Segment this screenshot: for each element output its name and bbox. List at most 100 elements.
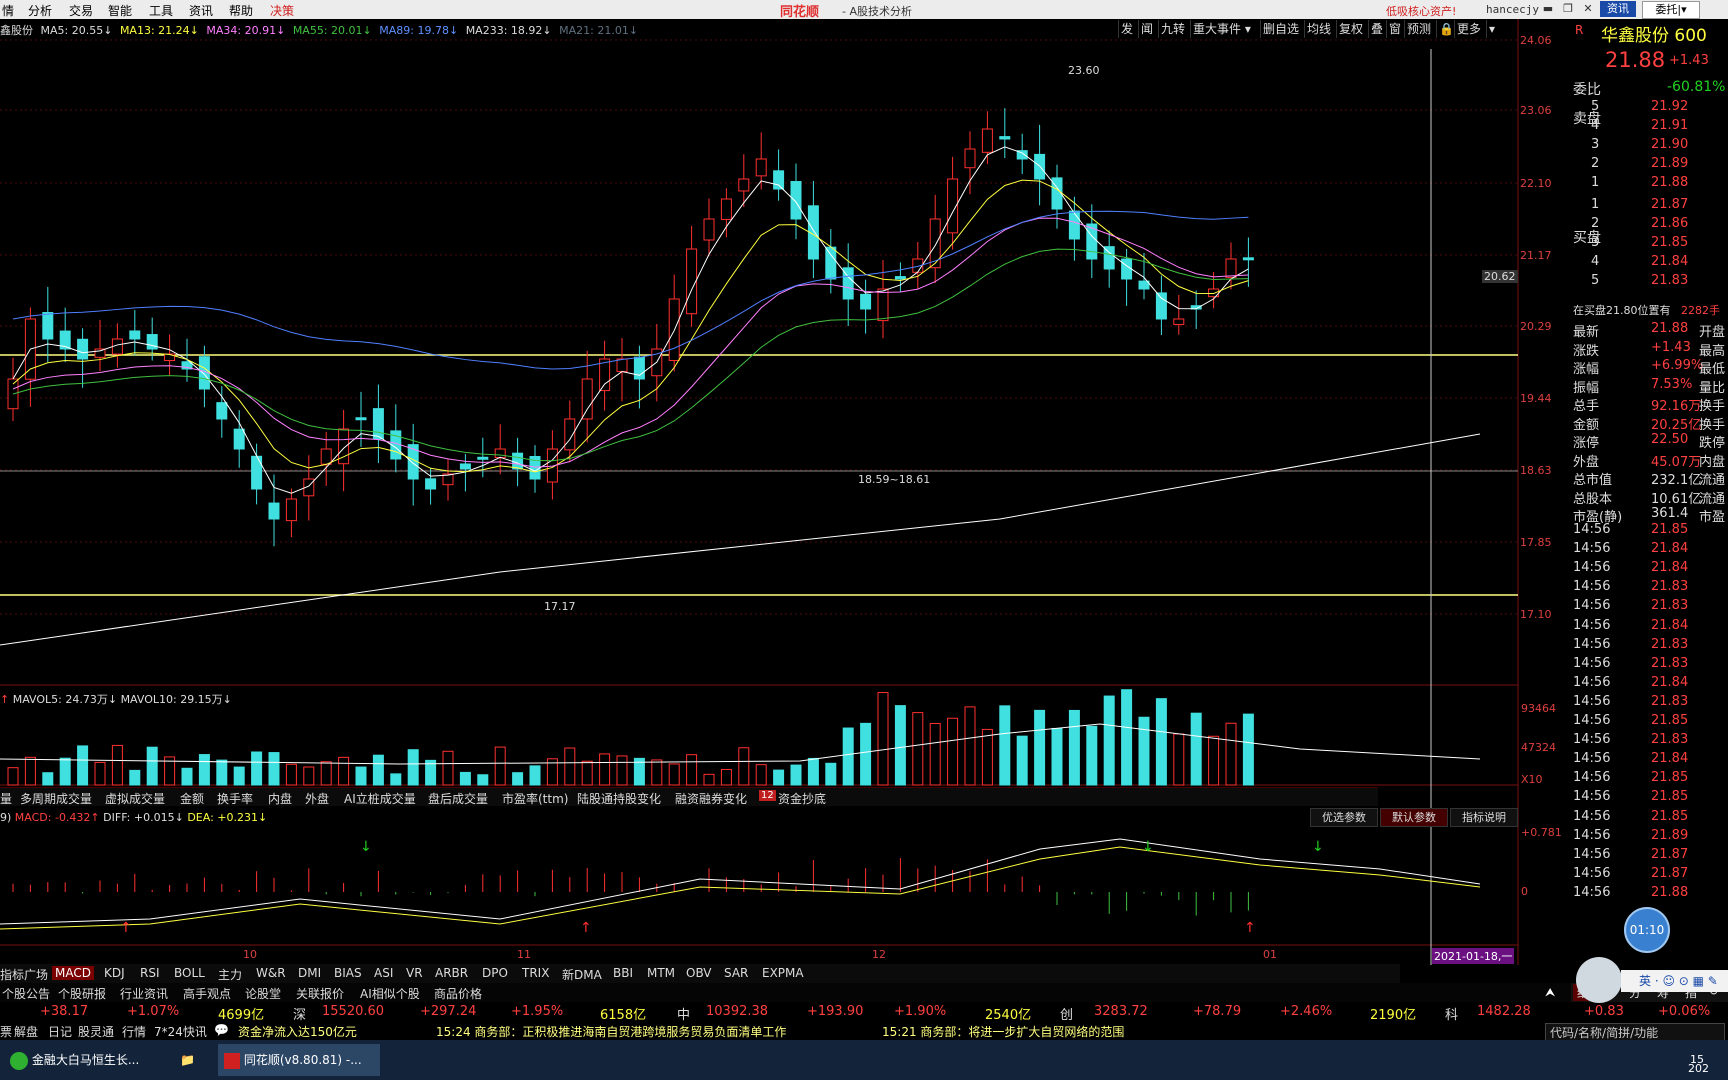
ticker-btn[interactable]: 日记 [48, 1023, 72, 1040]
news-item[interactable]: 15:21 商务部：将进一步扩大自贸网络的范围 [882, 1023, 1124, 1040]
info-tab[interactable]: 高手观点 [183, 985, 231, 1002]
ticker-btn[interactable]: 解盘 [14, 1023, 38, 1040]
menu-item-news[interactable]: 资讯 [189, 2, 213, 19]
lock-icon[interactable]: 🔒 [1436, 20, 1456, 38]
toolbar-btn-jiuzhuan[interactable]: 九转 [1158, 20, 1187, 38]
indicator-tab[interactable]: TRIX [522, 966, 549, 980]
indicator-tab[interactable]: W&R [256, 966, 286, 980]
indicator-tab[interactable]: SAR [724, 966, 748, 980]
menu-item-trade[interactable]: 交易 [69, 2, 93, 19]
ime-toolbar[interactable]: 英 · ☺ ⊙ ▦ ✎ [1621, 970, 1728, 992]
optimal-params-button[interactable]: 优选参数 [1310, 808, 1378, 827]
ticker-btn[interactable]: 行情 [122, 1023, 146, 1040]
vol-tab[interactable]: 资金抄底 [778, 790, 826, 807]
buy-price[interactable]: 21.85 [1651, 235, 1688, 250]
vol-tab[interactable]: 市盈率(ttm) [502, 790, 568, 807]
vol-tab[interactable]: 融资融券变化 [675, 790, 747, 807]
indicator-tab[interactable]: ARBR [435, 966, 468, 980]
sell-price[interactable]: 21.88 [1651, 175, 1688, 190]
taskbar-item-ths[interactable]: 同花顺(v8.80.81) -... [218, 1044, 380, 1076]
menu-item-help[interactable]: 帮助 [229, 2, 253, 19]
sell-price[interactable]: 21.91 [1651, 118, 1688, 133]
menu-item-decision[interactable]: 决策 [270, 2, 294, 19]
indicator-tab[interactable]: KDJ [104, 966, 125, 980]
volume-bar [146, 746, 158, 786]
expand-up-icon[interactable]: ⮝ [1545, 985, 1555, 1000]
menu-item-analysis[interactable]: 分析 [28, 2, 52, 19]
indicator-tab[interactable]: BIAS [334, 966, 362, 980]
vol-tab[interactable]: 换手率 [217, 790, 253, 807]
vol-tab[interactable]: 内盘 [268, 790, 292, 807]
restore-icon[interactable]: ❐ [1560, 2, 1576, 16]
vol-tab[interactable]: 虚拟成交量 [105, 790, 165, 807]
toolbar-btn-overlay[interactable]: 叠 [1368, 20, 1385, 38]
indicator-tab[interactable]: VR [406, 966, 423, 980]
close-icon[interactable]: ✕ [1580, 2, 1596, 16]
info-tab[interactable]: 个股研报 [58, 985, 106, 1002]
ticker-btn[interactable]: 票 [0, 1023, 12, 1040]
minimize-icon[interactable]: ▬ [1540, 2, 1556, 16]
indicator-tab[interactable]: ASI [374, 966, 393, 980]
indicator-tab-macd[interactable]: MACD [52, 966, 94, 980]
toolbar-btn-remove-watch[interactable]: 删自选 [1260, 20, 1301, 38]
promo-link[interactable]: 低吸核心资产! [1386, 3, 1456, 19]
ticker-btn[interactable]: 股灵通 [78, 1023, 114, 1040]
price-tick: 17.85 [1520, 536, 1552, 549]
toolbar-btn-fa[interactable]: 发 [1118, 20, 1135, 38]
info-tab[interactable]: 行业资讯 [120, 985, 168, 1002]
entrust-dropdown[interactable]: 委托|▾ [1642, 1, 1700, 19]
taskbar-item-browser[interactable]: 金融大白马恒生长... [10, 1044, 160, 1076]
ticker-btn[interactable]: 7*24快讯 [154, 1023, 207, 1040]
vol-tab[interactable]: 多周期成交量 [20, 790, 92, 807]
vol-tab[interactable]: 外盘 [305, 790, 329, 807]
toolbar-btn-forecast[interactable]: 预测 [1404, 20, 1433, 38]
default-params-button[interactable]: 默认参数 [1380, 808, 1448, 827]
indicator-tab[interactable]: RSI [140, 966, 160, 980]
sell-price[interactable]: 21.89 [1651, 156, 1688, 171]
folder-icon[interactable]: 📁 [180, 1044, 200, 1076]
username[interactable]: hancecjy [1486, 3, 1539, 16]
menu-item-smart[interactable]: 智能 [108, 2, 132, 19]
toolbar-btn-events[interactable]: 重大事件 ▾ [1190, 20, 1253, 38]
buy-price[interactable]: 21.87 [1651, 197, 1688, 212]
sell-price[interactable]: 21.90 [1651, 137, 1688, 152]
indicator-tab[interactable]: 指标广场 [0, 966, 48, 983]
news-item[interactable]: 15:24 商务部：正积极推进海南自贸港跨境服务贸易负面清单工作 [436, 1023, 786, 1040]
assistant-avatar-icon[interactable] [1576, 957, 1622, 1003]
toolbar-btn-adjust[interactable]: 复权 [1336, 20, 1365, 38]
news-item[interactable]: 资金净流入达150亿元 [238, 1023, 357, 1040]
toolbar-btn-window[interactable]: 窗 [1386, 20, 1403, 38]
indicator-tab[interactable]: OBV [686, 966, 712, 980]
indicator-tab[interactable]: DPO [482, 966, 508, 980]
vol-tab[interactable]: AI立桩成交量 [344, 790, 416, 807]
vol-tab[interactable]: 盘后成交量 [428, 790, 488, 807]
toolbar-dropdown-icon[interactable]: ▾ [1486, 20, 1497, 38]
info-tab[interactable]: 个股公告 [2, 985, 50, 1002]
vol-tab[interactable]: 量 [0, 790, 12, 807]
menu-item-qing[interactable]: 情 [2, 2, 14, 19]
sell-price[interactable]: 21.92 [1651, 99, 1688, 114]
indicator-help-button[interactable]: 指标说明 [1450, 808, 1518, 827]
toolbar-btn-ma[interactable]: 均线 [1304, 20, 1333, 38]
info-tab[interactable]: AI相似个股 [360, 985, 420, 1002]
vol-tab[interactable]: 陆股通持股变化 [577, 790, 661, 807]
info-tab[interactable]: 关联报价 [296, 985, 344, 1002]
indicator-tab[interactable]: EXPMA [762, 966, 804, 980]
floating-clock-widget[interactable]: 01:10 [1624, 907, 1670, 953]
toolbar-btn-wen[interactable]: 闻 [1138, 20, 1155, 38]
buy-price[interactable]: 21.84 [1651, 254, 1688, 269]
vol-tab[interactable]: 金额 [180, 790, 204, 807]
indicator-tab[interactable]: 新DMA [562, 966, 602, 983]
news-tab[interactable]: 资讯 [1600, 1, 1636, 17]
indicator-tab[interactable]: 主力 [218, 966, 242, 983]
indicator-tab[interactable]: DMI [298, 966, 321, 980]
buy-price[interactable]: 21.83 [1651, 273, 1688, 288]
menu-item-tools[interactable]: 工具 [149, 2, 173, 19]
info-tab[interactable]: 论股堂 [245, 985, 281, 1002]
indicator-tab[interactable]: BBI [613, 966, 633, 980]
buy-price[interactable]: 21.86 [1651, 216, 1688, 231]
indicator-tab[interactable]: MTM [647, 966, 675, 980]
toolbar-btn-more[interactable]: 更多 [1454, 20, 1483, 38]
info-tab[interactable]: 商品价格 [434, 985, 482, 1002]
indicator-tab[interactable]: BOLL [174, 966, 205, 980]
